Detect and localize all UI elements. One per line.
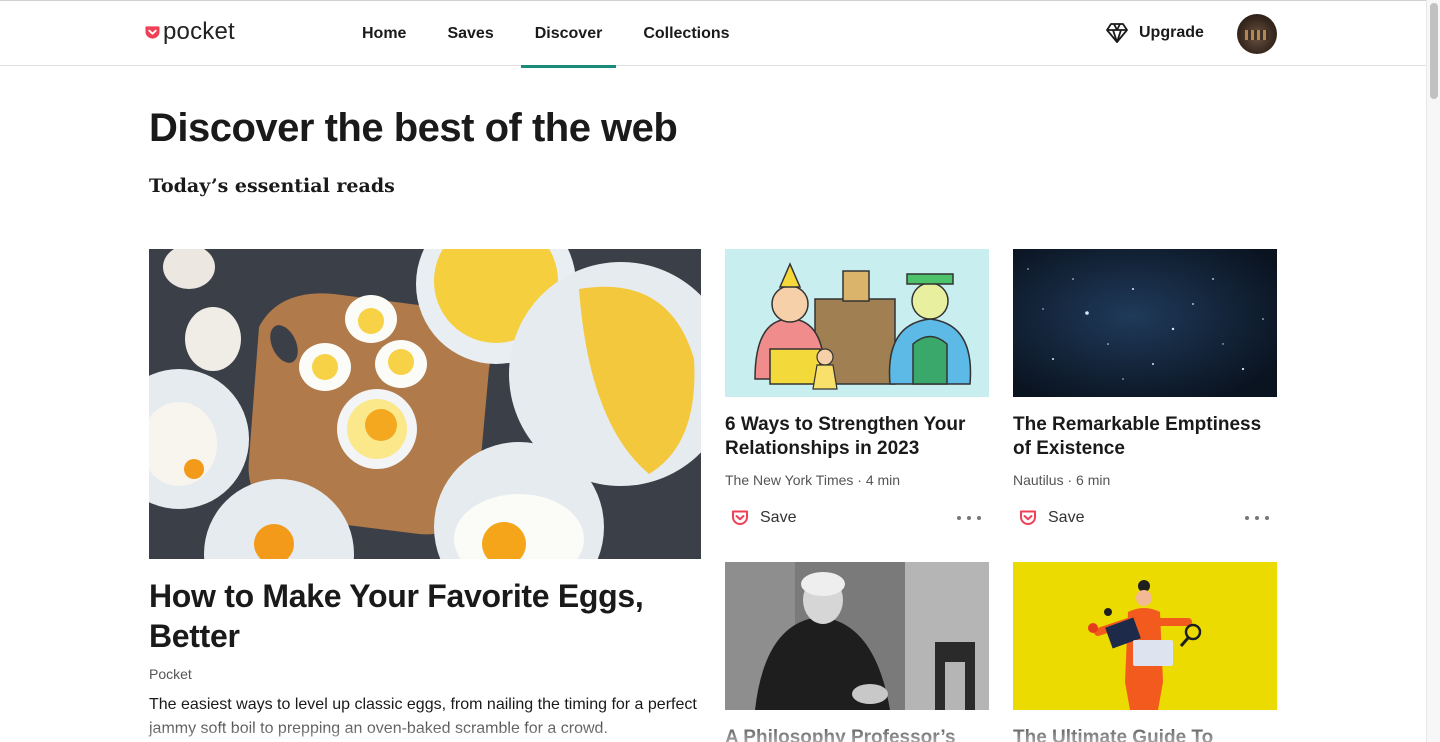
starfield-illustration [1013,249,1277,397]
pocket-logo[interactable]: pocket [145,20,235,44]
save-label: Save [760,509,797,526]
main-nav: Home Saves Discover Collections [348,1,757,68]
nav-collections[interactable]: Collections [629,1,743,67]
save-label: Save [1048,509,1085,526]
more-options-icon[interactable] [1245,508,1269,528]
characters-illustration [725,249,989,397]
card-title[interactable]: A Philosophy Professor’s [725,726,989,742]
card-title[interactable]: The Remarkable Emptiness of Existence [1013,413,1277,461]
top-header: pocket Home Saves Discover Collections U… [0,0,1426,68]
eggs-illustration [149,249,701,559]
pocket-save-icon [732,510,748,525]
card-image-relationships[interactable] [725,249,989,397]
professor-photo [725,562,989,710]
card-image-professor[interactable] [725,562,989,710]
card-meta: Nautilus · 6 min [1013,472,1111,488]
pocket-logo-text: pocket [163,18,235,45]
save-button[interactable]: Save [1018,508,1084,528]
hero-title[interactable]: How to Make Your Favorite Eggs, Better [149,576,701,656]
card-title[interactable]: The Ultimate Guide To [1013,726,1277,742]
section-subtitle: Today’s essential reads [149,175,395,197]
card-image-ultimate-guide[interactable] [1013,562,1277,710]
multitasking-illustration [1013,562,1277,710]
hero-excerpt: The easiest ways to level up classic egg… [149,696,697,737]
save-button[interactable]: Save [730,508,796,528]
card-image-space[interactable] [1013,249,1277,397]
nav-saves[interactable]: Saves [433,1,507,67]
nav-discover[interactable]: Discover [520,1,617,68]
card-meta: The New York Times · 4 min [725,472,901,488]
nav-home[interactable]: Home [348,1,420,67]
upgrade-button[interactable]: Upgrade [1105,21,1204,45]
page-scrollbar[interactable] [1426,0,1440,742]
scrollbar-thumb[interactable] [1430,3,1438,99]
hero-source: Pocket [149,666,192,682]
pocket-logo-icon [145,25,160,39]
card-title[interactable]: 6 Ways to Strengthen Your Relationships … [725,413,989,461]
pocket-save-icon [1020,510,1036,525]
upgrade-label: Upgrade [1139,24,1204,41]
hero-image-eggs[interactable] [149,249,701,559]
diamond-icon [1106,23,1128,43]
page-title: Discover the best of the web [149,106,678,150]
more-options-icon[interactable] [957,508,981,528]
user-avatar[interactable] [1237,14,1277,54]
